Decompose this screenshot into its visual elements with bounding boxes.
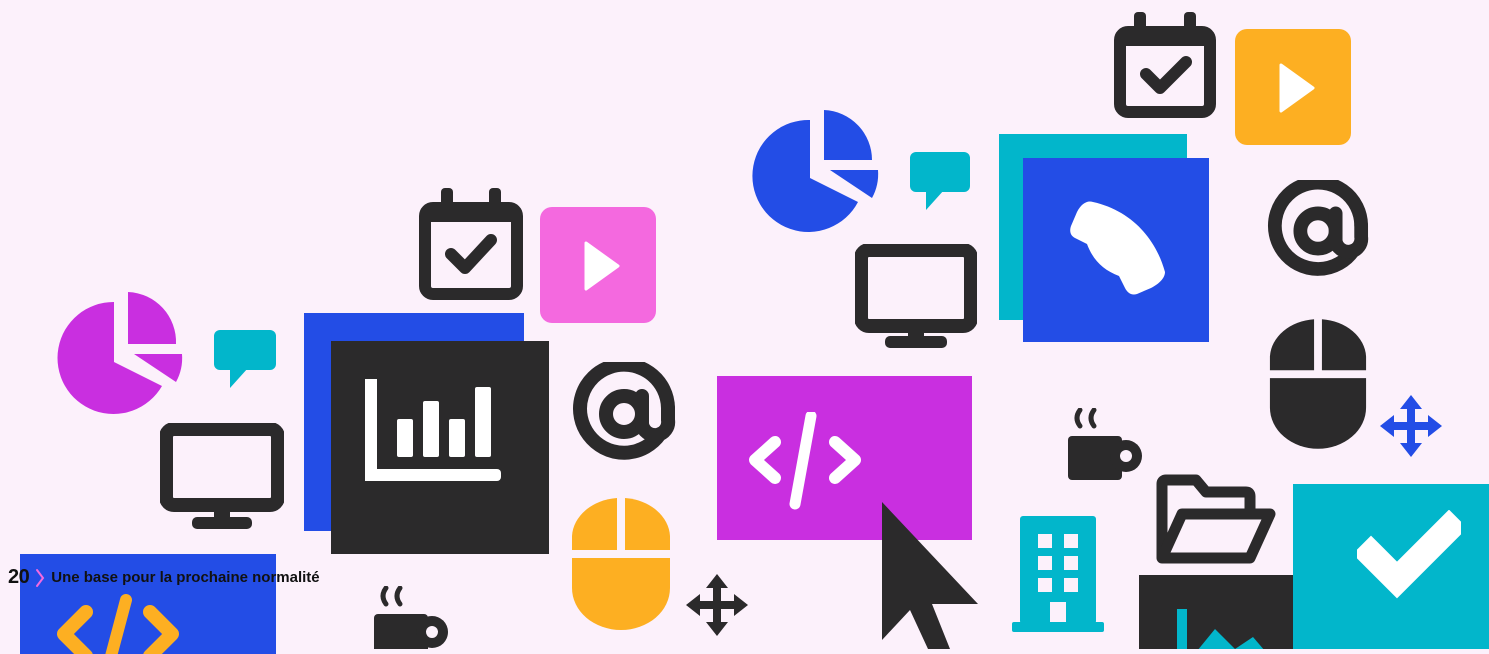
monitor-icon [160, 423, 284, 529]
move-arrows-icon [686, 574, 748, 636]
checkmark-tile [1293, 484, 1489, 649]
chevron-right-icon [36, 568, 45, 587]
building-icon [1012, 516, 1104, 632]
at-sign-icon [1267, 180, 1369, 276]
phone-icon [1070, 201, 1165, 295]
cursor-arrow-icon [882, 502, 978, 649]
bar-chart-icon [365, 379, 501, 481]
code-icon [749, 412, 861, 510]
mouse-icon [1269, 319, 1367, 449]
calendar-check-icon [1114, 12, 1216, 118]
line-chart-icon [1177, 609, 1264, 649]
bar-chart-panel [331, 341, 549, 554]
pie-chart-icon [752, 110, 879, 232]
checkmark-icon [1357, 510, 1461, 599]
folder-open-icon [1156, 474, 1276, 564]
chat-bubble-icon [214, 330, 276, 388]
move-arrows-icon [1380, 395, 1442, 457]
coffee-cup-icon [374, 586, 448, 649]
monitor-icon [855, 244, 977, 348]
coffee-cup-icon [1068, 408, 1142, 480]
calendar-check-icon [419, 188, 523, 300]
chat-bubble-icon [910, 152, 970, 210]
page-footer: 20 Une base pour la prochaine normalité [8, 566, 320, 589]
footer-title: Une base pour la prochaine normalité [51, 569, 320, 586]
play-tile [1235, 29, 1351, 145]
code-icon [57, 594, 179, 654]
phone-tile [1023, 158, 1209, 342]
play-tile [540, 207, 656, 323]
pie-chart-icon [57, 292, 183, 414]
mouse-icon [572, 498, 670, 630]
play-icon [584, 241, 620, 291]
page-number: 20 [8, 566, 30, 588]
at-sign-icon [573, 362, 676, 460]
play-icon [1279, 63, 1315, 113]
